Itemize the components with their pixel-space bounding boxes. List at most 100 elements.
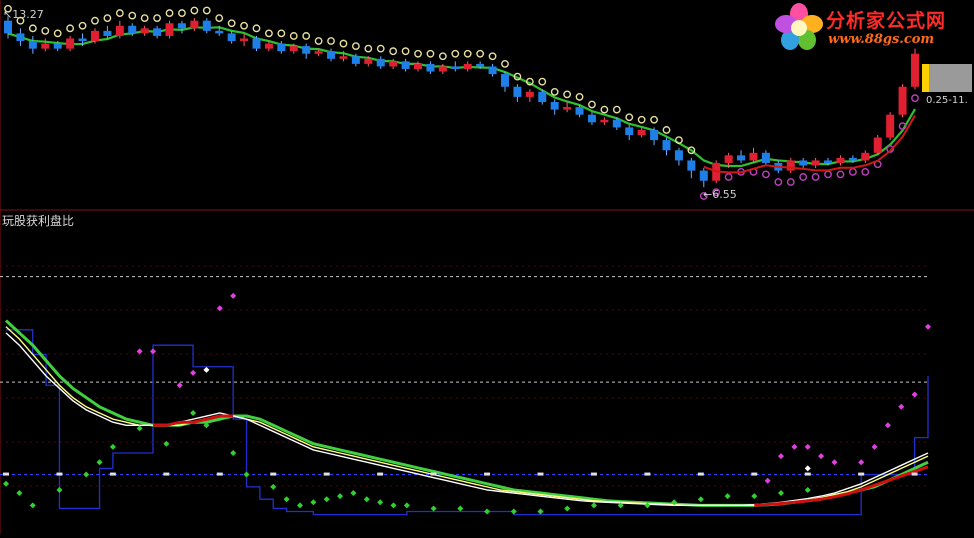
stop-circle (451, 49, 460, 58)
stop-circle (563, 90, 572, 99)
indicator-panel (0, 265, 931, 516)
candle-body (277, 43, 286, 52)
candle-body (140, 28, 149, 34)
green-dot (564, 505, 571, 512)
candle-body (600, 119, 609, 123)
candle-body (563, 107, 572, 110)
stop-circle (91, 16, 99, 25)
candle-body (637, 129, 646, 136)
candle-body (799, 160, 808, 166)
green-dot (804, 486, 811, 493)
stop-circle (625, 113, 634, 122)
stock-chart[interactable]: ↖13.27 ←6.55 0.25-11. 玩股获利盘比 分析家公式网 www.… (0, 0, 974, 534)
stop-circle (314, 37, 323, 45)
level-marker (216, 472, 223, 476)
level-marker (3, 472, 9, 476)
magenta-dot (778, 453, 785, 460)
stop-circle (165, 9, 174, 17)
stop-circle (774, 178, 783, 186)
candle-body (463, 63, 472, 69)
stop-circle (140, 14, 149, 23)
candle-body (41, 43, 50, 49)
stop-circle (724, 173, 733, 181)
candle-body (488, 66, 497, 75)
green-dot (270, 483, 277, 490)
stop-circle (848, 167, 857, 176)
candle-body (650, 129, 659, 141)
candle-body (699, 170, 708, 181)
level-marker (697, 472, 704, 476)
stop-circle (128, 11, 137, 20)
candle-body (761, 152, 770, 163)
stop-circle (227, 19, 236, 28)
stop-circle (588, 100, 596, 109)
green-dot (83, 471, 90, 478)
green-dot (590, 502, 597, 509)
stop-circle (538, 77, 547, 86)
candle-body (451, 66, 460, 69)
green-dot (537, 508, 544, 515)
stop-circle (28, 24, 37, 33)
candle-body (587, 114, 596, 123)
stop-circle (836, 170, 845, 179)
candle-body (339, 56, 348, 59)
stop-circle (78, 21, 87, 30)
price-low-label: ←6.55 (703, 188, 737, 201)
stop-circle (786, 178, 795, 186)
indicator-title: 玩股获利盘比 (2, 214, 75, 228)
green-dot (457, 505, 464, 512)
magenta-dot (925, 323, 931, 330)
stop-circle (339, 39, 348, 48)
candle-body (90, 30, 99, 42)
stop-circle (66, 24, 75, 33)
candle-body (861, 152, 870, 161)
price-panel (0, 0, 974, 534)
candle-body (66, 38, 75, 49)
magenta-dot (898, 403, 905, 410)
green-dot (751, 493, 758, 500)
candle-body (786, 160, 795, 171)
level-marker (537, 472, 544, 476)
magenta-dot (791, 443, 798, 450)
stop-circle (600, 105, 609, 114)
candle-body (911, 53, 919, 87)
level-marker (858, 472, 865, 476)
green-dot (310, 499, 317, 506)
stop-circle (762, 170, 770, 179)
stop-circle (376, 44, 385, 53)
candle-body (625, 127, 634, 136)
candle-body (898, 86, 907, 115)
candle-body (364, 58, 373, 64)
stop-circle (289, 32, 298, 40)
green-dot (29, 502, 36, 509)
green-dot (778, 490, 785, 497)
green-dot (16, 490, 23, 497)
green-dot (510, 508, 517, 515)
stop-circle (911, 94, 919, 103)
stop-circle (190, 6, 199, 15)
magenta-dot (176, 382, 183, 389)
candle-body (836, 157, 845, 163)
green-dot (484, 508, 491, 515)
candle-body (16, 33, 25, 42)
candle-body (848, 157, 857, 161)
candle-body (289, 46, 298, 52)
stop-circle (799, 173, 808, 181)
magenta-dot (230, 292, 237, 299)
last-candle-box (922, 64, 972, 92)
green-dot (724, 493, 731, 500)
stop-circle (115, 9, 124, 17)
candle-body (53, 43, 62, 49)
candle-body (314, 51, 323, 54)
candle-body (4, 20, 12, 34)
candle-body (724, 155, 733, 163)
magenta-dot (911, 391, 918, 398)
candle-body (612, 119, 621, 128)
site-logo: 分析家公式网 www.88gs.com (774, 2, 972, 54)
candle-body (401, 61, 410, 69)
stop-circle (811, 173, 820, 181)
candle-body (165, 23, 174, 36)
stop-circle (327, 37, 335, 45)
logo-wordmark: 分析家公式网 (826, 10, 947, 32)
chart-canvas[interactable] (0, 0, 974, 534)
